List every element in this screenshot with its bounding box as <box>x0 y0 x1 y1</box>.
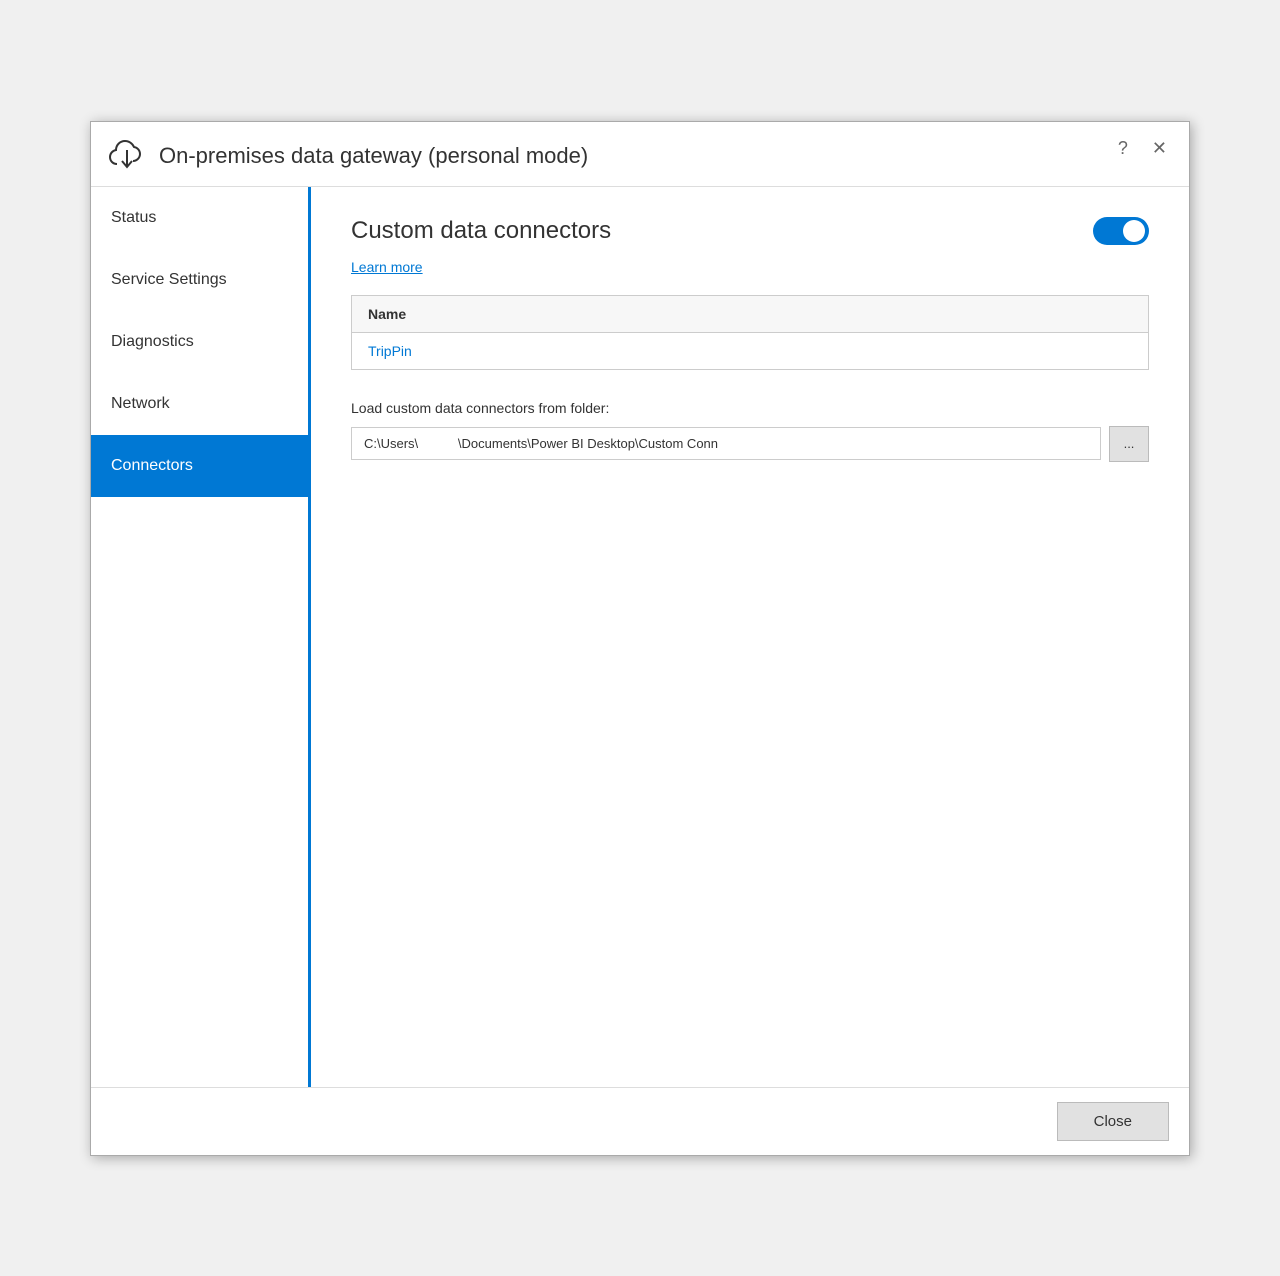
sidebar-item-diagnostics[interactable]: Diagnostics <box>91 311 308 373</box>
folder-path-input[interactable] <box>351 427 1101 460</box>
footer: Close <box>91 1087 1189 1155</box>
title-bar: On-premises data gateway (personal mode)… <box>91 122 1189 187</box>
main-window: On-premises data gateway (personal mode)… <box>90 121 1190 1156</box>
toggle-slider <box>1093 217 1149 245</box>
sidebar: Status Service Settings Diagnostics Netw… <box>91 187 311 1087</box>
toggle-custom-connectors[interactable] <box>1093 217 1149 245</box>
sidebar-item-service-settings[interactable]: Service Settings <box>91 249 308 311</box>
content-area: Status Service Settings Diagnostics Netw… <box>91 187 1189 1087</box>
sidebar-item-connectors[interactable]: Connectors <box>91 435 308 497</box>
table-row: TripPin <box>352 333 1148 369</box>
close-button[interactable]: ✕ <box>1146 136 1173 161</box>
section-header: Custom data connectors <box>351 217 1149 245</box>
window-controls: ? ✕ <box>1112 136 1173 161</box>
main-panel: Custom data connectors Learn more Name T… <box>311 187 1189 1087</box>
window-title: On-premises data gateway (personal mode) <box>159 143 1173 169</box>
folder-input-row: ... <box>351 426 1149 462</box>
sidebar-item-network[interactable]: Network <box>91 373 308 435</box>
learn-more-link[interactable]: Learn more <box>351 259 1149 275</box>
sidebar-item-status[interactable]: Status <box>91 187 308 249</box>
browse-button[interactable]: ... <box>1109 426 1149 462</box>
connectors-table: Name TripPin <box>351 295 1149 370</box>
table-header-name: Name <box>352 296 1148 333</box>
section-title: Custom data connectors <box>351 217 611 245</box>
help-button[interactable]: ? <box>1112 136 1134 161</box>
connector-name: TripPin <box>368 343 412 359</box>
close-button[interactable]: Close <box>1057 1102 1169 1141</box>
app-icon <box>107 136 147 176</box>
folder-label: Load custom data connectors from folder: <box>351 400 1149 416</box>
